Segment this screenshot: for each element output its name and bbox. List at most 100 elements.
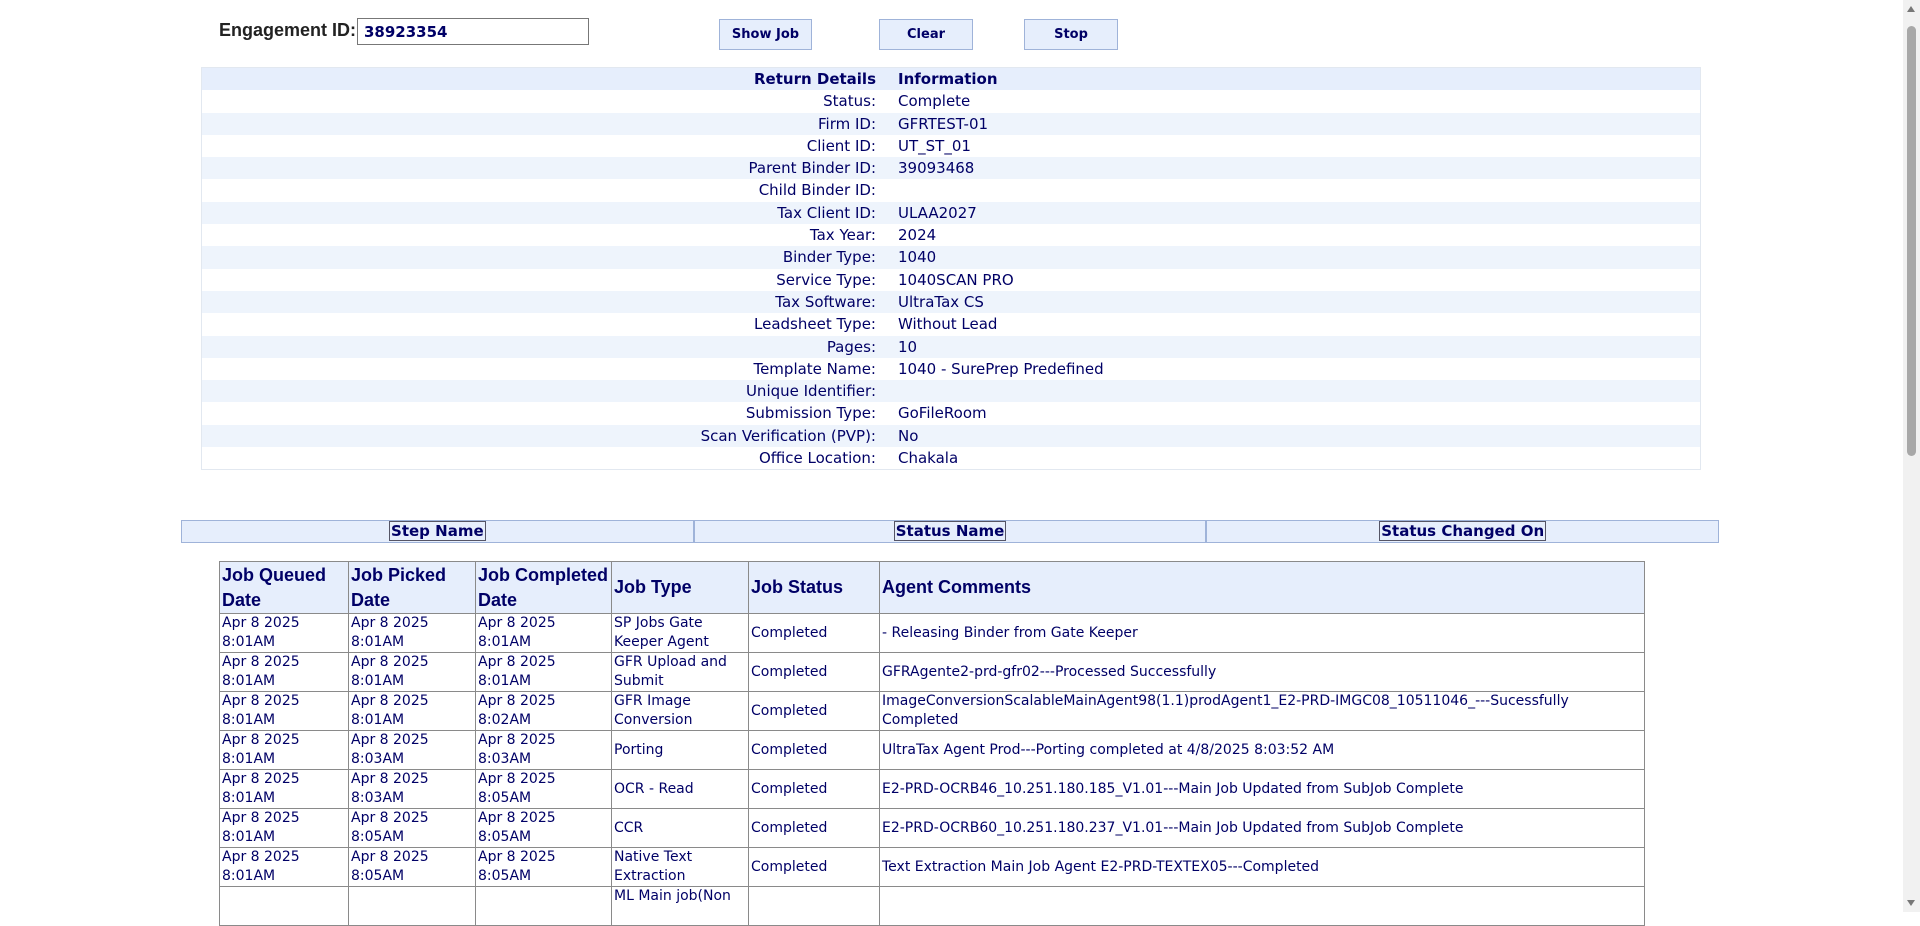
details-value: No: [898, 426, 919, 445]
job-picked-date: Apr 8 2025 8:01AM: [348, 652, 476, 692]
job-queued-date: Apr 8 2025 8:01AM: [219, 847, 349, 887]
clear-button[interactable]: Clear: [879, 19, 973, 50]
job-completed-date: Apr 8 2025 8:02AM: [475, 691, 612, 731]
job-completed-date: Apr 8 2025 8:05AM: [475, 847, 612, 887]
scroll-down-arrow-icon[interactable]: [1907, 900, 1915, 906]
details-key: Submission Type:: [745, 404, 876, 423]
details-row-tax-year: Tax Year: 2024: [202, 224, 1700, 246]
details-key: Firm ID:: [817, 114, 876, 133]
job-queued-date: Apr 8 2025 8:01AM: [219, 730, 349, 770]
status-changed-on-column: Status Changed On: [1206, 520, 1720, 543]
table-row: ML Main job(Non: [219, 886, 1645, 926]
table-row: Apr 8 2025 8:01AM Apr 8 2025 8:03AM Apr …: [219, 730, 1645, 770]
status-changed-on-header[interactable]: Status Changed On: [1379, 521, 1547, 541]
details-row-tax-client-id: Tax Client ID: ULAA2027: [202, 201, 1700, 225]
engagement-id-input[interactable]: [357, 18, 589, 45]
details-row-client-id: Client ID: UT_ST_01: [202, 135, 1700, 157]
vertical-scrollbar[interactable]: [1903, 0, 1920, 912]
job-type: Porting: [611, 730, 749, 770]
job-completed-date: [475, 886, 612, 926]
return-details-table: Return Details Information Status: Compl…: [201, 67, 1701, 471]
job-type: GFR Image Conversion: [611, 691, 749, 731]
status-name-column: Status Name: [693, 520, 1207, 543]
job-status-header: Job Status: [748, 561, 880, 614]
table-row: Apr 8 2025 8:01AM Apr 8 2025 8:03AM Apr …: [219, 769, 1645, 809]
details-row-parent-binder-id: Parent Binder ID: 39093468: [202, 157, 1700, 180]
show-job-button[interactable]: Show Job: [719, 19, 812, 50]
job-picked-date: Apr 8 2025 8:01AM: [348, 691, 476, 731]
job-status: [748, 886, 880, 926]
details-value: ULAA2027: [898, 203, 977, 222]
job-picked-date: [348, 886, 476, 926]
agent-comments: [879, 886, 1645, 926]
job-completed-date: Apr 8 2025 8:05AM: [475, 769, 612, 809]
jobs-table: Job Queued Date Job Picked Date Job Comp…: [219, 561, 1645, 926]
details-key: Status:: [823, 92, 876, 111]
stop-button[interactable]: Stop: [1024, 19, 1118, 50]
job-type-header: Job Type: [611, 561, 749, 614]
job-completed-date: Apr 8 2025 8:01AM: [475, 613, 612, 653]
job-picked-date-header: Job Picked Date: [348, 561, 476, 614]
agent-comments: - Releasing Binder from Gate Keeper: [879, 613, 1645, 653]
details-key: Pages:: [826, 337, 876, 356]
job-queued-date: Apr 8 2025 8:01AM: [219, 691, 349, 731]
agent-comments: Text Extraction Main Job Agent E2-PRD-TE…: [879, 847, 1645, 887]
details-row-status: Status: Complete: [202, 90, 1700, 112]
job-type: ML Main job(Non: [611, 886, 749, 926]
details-key: Binder Type:: [782, 248, 876, 267]
details-row-service-type: Service Type: 1040SCAN PRO: [202, 269, 1700, 291]
details-key: Service Type:: [776, 270, 876, 289]
details-value: 1040SCAN PRO: [898, 270, 1014, 289]
jobs-header-row: Job Queued Date Job Picked Date Job Comp…: [219, 561, 1645, 614]
table-row: Apr 8 2025 8:01AM Apr 8 2025 8:05AM Apr …: [219, 847, 1645, 887]
job-type: CCR: [611, 808, 749, 848]
details-key: Tax Client ID:: [777, 203, 876, 222]
details-key: Scan Verification (PVP):: [700, 426, 876, 445]
details-row-child-binder-id: Child Binder ID:: [202, 179, 1700, 201]
details-key: Unique Identifier:: [745, 382, 876, 401]
details-value: 39093468: [898, 159, 975, 178]
job-status: Completed: [748, 808, 880, 848]
job-queued-date: [219, 886, 349, 926]
job-picked-date: Apr 8 2025 8:05AM: [348, 808, 476, 848]
details-key: Office Location:: [758, 449, 876, 468]
table-row: Apr 8 2025 8:01AM Apr 8 2025 8:01AM Apr …: [219, 691, 1645, 731]
details-row-binder-type: Binder Type: 1040: [202, 246, 1700, 269]
job-picked-date: Apr 8 2025 8:05AM: [348, 847, 476, 887]
details-row-tax-software: Tax Software: UltraTax CS: [202, 290, 1700, 314]
agent-comments: E2-PRD-OCRB46_10.251.180.185_V1.01---Mai…: [879, 769, 1645, 809]
job-status: Completed: [748, 691, 880, 731]
details-row-leadsheet-type: Leadsheet Type: Without Lead: [202, 313, 1700, 335]
table-row: Apr 8 2025 8:01AM Apr 8 2025 8:01AM Apr …: [219, 652, 1645, 692]
details-key: Parent Binder ID:: [748, 159, 876, 178]
details-key: Tax Year:: [809, 226, 876, 245]
job-status: Completed: [748, 652, 880, 692]
job-completed-date-header: Job Completed Date: [475, 561, 612, 614]
job-queued-date: Apr 8 2025 8:01AM: [219, 808, 349, 848]
details-key: Client ID:: [806, 136, 876, 155]
details-value: Chakala: [898, 449, 959, 468]
job-type: GFR Upload and Submit: [611, 652, 749, 692]
job-picked-date: Apr 8 2025 8:03AM: [348, 769, 476, 809]
details-header-row: Return Details Information: [202, 68, 1700, 91]
details-row-submission-type: Submission Type: GoFileRoom: [202, 402, 1700, 424]
details-value: GFRTEST-01: [898, 114, 989, 133]
details-value: 2024: [898, 226, 937, 245]
agent-comments: ImageConversionScalableMainAgent98(1.1)p…: [879, 691, 1645, 731]
job-queued-date: Apr 8 2025 8:01AM: [219, 652, 349, 692]
details-key: Template Name:: [753, 359, 876, 378]
scroll-up-arrow-icon[interactable]: [1907, 6, 1915, 12]
details-value: Complete: [898, 92, 971, 111]
job-status: Completed: [748, 769, 880, 809]
status-name-header[interactable]: Status Name: [893, 521, 1007, 541]
step-name-header[interactable]: Step Name: [389, 521, 486, 541]
job-status: Completed: [748, 847, 880, 887]
details-key: Leadsheet Type:: [754, 315, 876, 334]
job-queued-date: Apr 8 2025 8:01AM: [219, 769, 349, 809]
details-value: 1040: [898, 248, 937, 267]
details-header-value: Information: [898, 70, 998, 88]
details-row-office-location: Office Location: Chakala: [202, 447, 1700, 469]
scroll-thumb[interactable]: [1907, 26, 1916, 456]
job-queued-date-header: Job Queued Date: [219, 561, 349, 614]
job-completed-date: Apr 8 2025 8:01AM: [475, 652, 612, 692]
